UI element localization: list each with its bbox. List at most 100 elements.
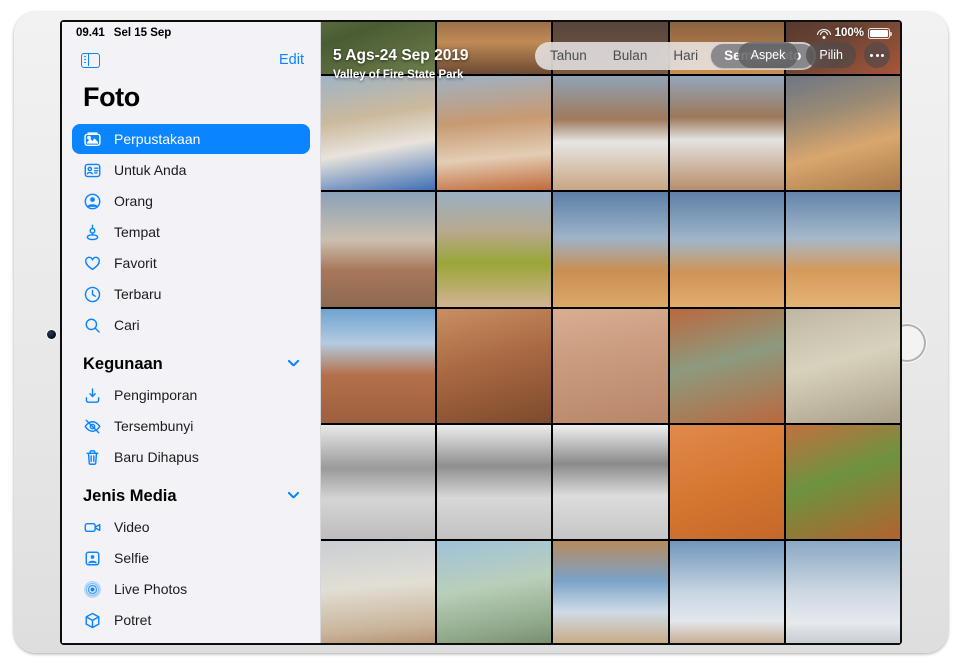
segment-tahun[interactable]: Tahun	[537, 44, 600, 68]
sidebar-item-pengimporan[interactable]: Pengimporan	[72, 380, 310, 410]
sidebar-item-label: Cari	[114, 317, 140, 333]
sidebar-item-label: Pengimporan	[114, 387, 197, 403]
import-icon	[83, 386, 102, 405]
sidebar-toggle-icon[interactable]	[81, 53, 100, 68]
eye-slash-icon	[83, 417, 102, 436]
sidebar-group-header-kegunaan[interactable]: Kegunaan	[62, 341, 320, 379]
selfie-icon	[83, 549, 102, 568]
photo-art	[670, 76, 784, 190]
photo-art	[437, 309, 551, 423]
toolbar-actions: Aspek Pilih	[738, 42, 890, 68]
photo-art	[321, 425, 435, 539]
photo-thumbnail[interactable]	[553, 541, 667, 643]
sidebar-item-label: Perpustakaan	[114, 131, 200, 147]
sidebar-item-cari[interactable]: Cari	[72, 310, 310, 340]
photo-art	[437, 541, 551, 643]
sidebar-item-baru-dihapus[interactable]: Baru Dihapus	[72, 442, 310, 472]
sidebar-group-title: Kegunaan	[83, 355, 163, 374]
live-photos-icon	[83, 580, 102, 599]
photo-art	[786, 192, 900, 306]
photo-thumbnail[interactable]	[553, 76, 667, 190]
photo-art	[321, 22, 435, 74]
people-icon	[83, 192, 102, 211]
sidebar-item-tersembunyi[interactable]: Tersembunyi	[72, 411, 310, 441]
sidebar-item-live-photos[interactable]: Live Photos	[72, 574, 310, 604]
photo-thumbnail[interactable]	[437, 76, 551, 190]
sidebar-item-label: Live Photos	[114, 581, 187, 597]
photo-thumbnail[interactable]	[321, 541, 435, 643]
sidebar-group-title: Jenis Media	[83, 487, 177, 506]
photo-art	[670, 309, 784, 423]
photo-thumbnail[interactable]	[553, 425, 667, 539]
sidebar-item-label: Potret	[114, 612, 151, 628]
photo-art	[786, 425, 900, 539]
photo-art	[437, 76, 551, 190]
chevron-down-icon[interactable]	[287, 361, 300, 369]
photo-art	[553, 76, 667, 190]
video-camera-icon	[83, 518, 102, 537]
photo-thumbnail[interactable]	[786, 425, 900, 539]
photo-thumbnail[interactable]	[553, 309, 667, 423]
sidebar-groups: Kegunaan Pengimporan Tersembunyi Baru Dihap…	[62, 341, 320, 635]
page-title: Foto	[62, 76, 320, 123]
photo-thumbnail[interactable]	[321, 425, 435, 539]
photo-thumbnail[interactable]	[437, 541, 551, 643]
photo-thumbnail[interactable]	[786, 541, 900, 643]
sidebar-item-favorit[interactable]: Favorit	[72, 248, 310, 278]
photo-thumbnail[interactable]	[670, 76, 784, 190]
segment-bulan[interactable]: Bulan	[600, 44, 661, 68]
photo-art	[437, 22, 551, 74]
sidebar-library-list: Perpustakaan Untuk Anda Orang Tempat Favorit…	[62, 124, 320, 340]
photo-art	[553, 541, 667, 643]
photo-thumbnail[interactable]	[786, 192, 900, 306]
sidebar-item-label: Baru Dihapus	[114, 449, 199, 465]
photo-art	[321, 309, 435, 423]
sidebar-item-label: Tersembunyi	[114, 418, 193, 434]
sidebar-item-video[interactable]: Video	[72, 512, 310, 542]
sidebar-item-tempat[interactable]: Tempat	[72, 217, 310, 247]
photo-thumbnail[interactable]	[321, 192, 435, 306]
photo-thumbnail[interactable]	[437, 309, 551, 423]
photo-thumbnail[interactable]	[786, 309, 900, 423]
photo-thumbnail[interactable]	[437, 22, 551, 74]
photo-thumbnail[interactable]	[437, 425, 551, 539]
search-icon	[83, 316, 102, 335]
edit-button[interactable]: Edit	[279, 52, 304, 68]
photo-thumbnail[interactable]	[321, 22, 435, 74]
portrait-cube-icon	[83, 611, 102, 630]
sidebar-item-selfie[interactable]: Selfie	[72, 543, 310, 573]
photo-thumbnail[interactable]	[670, 541, 784, 643]
photo-grid-area[interactable]	[321, 22, 900, 643]
photo-art	[670, 192, 784, 306]
photo-art	[670, 425, 784, 539]
photo-thumbnail[interactable]	[670, 309, 784, 423]
photo-thumbnail[interactable]	[321, 309, 435, 423]
chevron-down-icon[interactable]	[287, 493, 300, 501]
sidebar-item-label: Video	[114, 519, 150, 535]
photo-thumbnail[interactable]	[670, 192, 784, 306]
photo-thumbnail[interactable]	[321, 76, 435, 190]
for-you-icon	[83, 161, 102, 180]
sidebar-item-terbaru[interactable]: Terbaru	[72, 279, 310, 309]
sidebar-item-label: Untuk Anda	[114, 162, 186, 178]
sidebar-toolbar: Edit	[62, 44, 320, 76]
sidebar-group-header-jenis-media[interactable]: Jenis Media	[62, 473, 320, 511]
sidebar-item-label: Terbaru	[114, 286, 161, 302]
sidebar-item-potret[interactable]: Potret	[72, 605, 310, 635]
photo-thumbnail[interactable]	[437, 192, 551, 306]
ellipsis-icon[interactable]	[864, 42, 890, 68]
photo-thumbnail[interactable]	[553, 192, 667, 306]
ipad-device-frame: Edit Foto Perpustakaan Untuk Anda Orang Tem…	[14, 12, 948, 653]
photo-thumbnail[interactable]	[786, 76, 900, 190]
select-button[interactable]: Pilih	[806, 42, 856, 68]
photos-library-icon	[83, 130, 102, 149]
sidebar-item-perpustakaan[interactable]: Perpustakaan	[72, 124, 310, 154]
aspect-button[interactable]: Aspek	[738, 42, 799, 68]
sidebar-item-untuk-anda[interactable]: Untuk Anda	[72, 155, 310, 185]
sidebar-item-label: Tempat	[114, 224, 160, 240]
sidebar-item-orang[interactable]: Orang	[72, 186, 310, 216]
photo-thumbnail[interactable]	[670, 425, 784, 539]
sidebar-item-label: Orang	[114, 193, 153, 209]
photo-art	[786, 76, 900, 190]
segment-hari[interactable]: Hari	[660, 44, 711, 68]
